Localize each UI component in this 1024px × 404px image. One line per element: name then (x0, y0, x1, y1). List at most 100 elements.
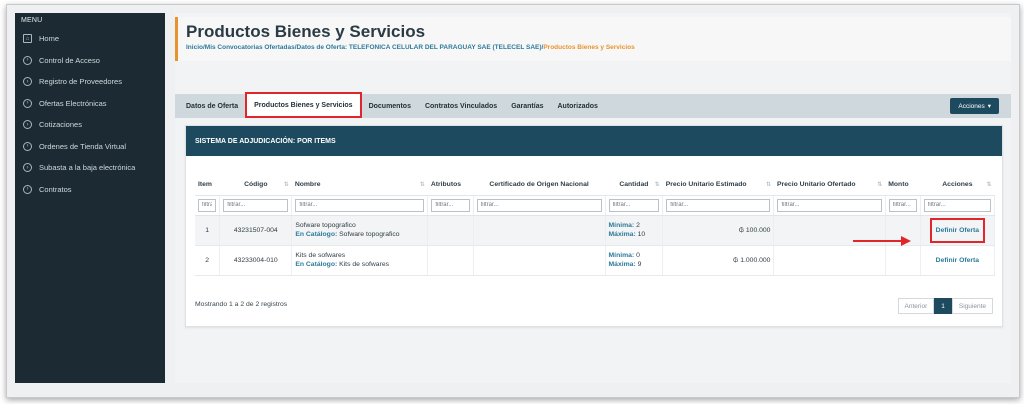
definir-oferta-button[interactable]: Definir Oferta (936, 257, 979, 264)
filter-input-precio-ofertado[interactable] (777, 198, 882, 212)
cell-atributos (427, 215, 474, 246)
app-frame: MENU ⌂ Home › Control de Acceso › Regist… (6, 4, 1020, 398)
column-header[interactable]: Precio Unitario Ofertado ⇅ (773, 175, 886, 196)
filter-input-precio-estimado[interactable] (666, 198, 771, 212)
column-header[interactable]: Item (195, 175, 220, 196)
sidebar-item-label: Cotizaciones (39, 120, 82, 130)
filter-input-nombre[interactable] (295, 198, 425, 212)
sidebar-item-label: Home (39, 34, 60, 44)
sidebar-item-label: Registro de Proveedores (39, 77, 122, 87)
sidebar-item-contratos[interactable]: › Contratos (15, 179, 165, 201)
filter-input-monto[interactable] (888, 198, 917, 212)
cell-cantidad: Mínima: 0 Máxima: 9 (605, 245, 664, 276)
filter-input-cantidad[interactable] (608, 198, 660, 212)
tab-contratos-vinculados[interactable]: Contratos Vinculados (418, 94, 504, 118)
page-header: Productos Bienes y Servicios Inicio/Mis … (175, 17, 1011, 61)
breadcrumb-current: Productos Bienes y Servicios (543, 44, 635, 51)
acciones-button[interactable]: Acciones ▾ (950, 98, 999, 114)
min-value: 2 (636, 222, 640, 229)
cell-atributos (427, 245, 474, 276)
column-header[interactable]: Atributos (427, 175, 474, 196)
sidebar-item-ofertas-electronicas[interactable]: › Ofertas Electrónicas (15, 93, 165, 115)
cell-item: 1 (195, 215, 221, 246)
sidebar-item-label: Contratos (39, 184, 72, 194)
table-info: Mostrando 1 a 2 de 2 registros (195, 301, 288, 308)
chevron-right-icon: › (23, 163, 32, 173)
max-value: 10 (637, 231, 646, 238)
items-table: Item Código ⇅ Nombre ⇅ Atributos Certifica… (195, 175, 996, 276)
sidebar-item-label: Control de Acceso (39, 55, 100, 65)
column-header[interactable]: Monto (885, 175, 921, 196)
column-header[interactable]: Nombre ⇅ (291, 175, 428, 196)
table-header-row: Item Código ⇅ Nombre ⇅ Atributos Certifica… (195, 175, 995, 196)
cell-nombre: Sofware topografico En Catálogo: Sofware… (291, 215, 429, 246)
sidebar-item-ordenes-tienda[interactable]: › Ordenes de Tienda Virtual (15, 136, 165, 158)
filter-input-atributos[interactable] (431, 198, 470, 212)
sidebar-item-label: Ordenes de Tienda Virtual (39, 141, 127, 151)
max-value: 9 (637, 261, 642, 268)
items-panel: SISTEMA DE ADJUDICACIÓN: POR ITEMS Item … (185, 125, 1003, 327)
filter-input-certificado[interactable] (476, 198, 602, 212)
cell-precio-ofertado (773, 245, 886, 276)
filter-input-acciones[interactable] (923, 198, 991, 212)
definir-oferta-button[interactable]: Definir Oferta (929, 217, 986, 243)
max-label: Máxima: (608, 261, 636, 268)
pager-prev[interactable]: Anterior (897, 298, 935, 314)
cell-codigo: 43233004-010 (219, 245, 293, 276)
pagination: Anterior 1 Siguiente (897, 298, 993, 314)
max-label: Máxima: (608, 231, 636, 238)
table-row: 2 43233004-010 Kits de sofwares En Catál… (195, 245, 996, 276)
sidebar-item-cotizaciones[interactable]: › Cotizaciones (15, 114, 165, 136)
sidebar-item-label: Ofertas Electrónicas (39, 98, 107, 108)
sort-icon: ⇅ (283, 182, 289, 188)
column-header[interactable]: Precio Unitario Estimado ⇅ (662, 175, 774, 196)
cell-item: 2 (195, 245, 221, 276)
item-name: Sofware topografico (295, 222, 356, 229)
sidebar-item-registro-proveedores[interactable]: › Registro de Proveedores (15, 71, 165, 93)
sidebar-item-subasta[interactable]: › Subasta a la baja electrónica (15, 157, 165, 179)
breadcrumb-path[interactable]: Inicio/Mis Convocatorias Ofertadas/Datos… (186, 44, 543, 51)
tab-autorizados[interactable]: Autorizados (550, 94, 604, 118)
sidebar: MENU ⌂ Home › Control de Acceso › Regist… (15, 13, 165, 383)
sort-icon: ⇅ (986, 182, 992, 188)
chevron-right-icon: › (23, 184, 32, 194)
min-label: Mínima: (608, 222, 635, 229)
filter-input-item[interactable] (198, 198, 217, 212)
sidebar-item-home[interactable]: ⌂ Home (15, 28, 165, 50)
home-icon: ⌂ (23, 34, 32, 44)
cell-nombre: Kits de sofwares En Catálogo: Kits de so… (291, 245, 429, 276)
sort-icon: ⇅ (654, 182, 660, 188)
tabs-bar: Datos de Oferta Productos Bienes y Servi… (175, 92, 1011, 118)
pager-next[interactable]: Siguiente (951, 298, 993, 314)
sidebar-item-control-acceso[interactable]: › Control de Acceso (15, 50, 165, 72)
menu-title: MENU (21, 17, 43, 24)
main-content: Productos Bienes y Servicios Inicio/Mis … (175, 13, 1011, 383)
page-title: Productos Bienes y Servicios (186, 22, 426, 41)
tab-garantias[interactable]: Garantías (504, 94, 550, 118)
filter-input-codigo[interactable] (223, 198, 289, 212)
column-header[interactable]: Acciones ⇅ (920, 175, 995, 196)
breadcrumb: Inicio/Mis Convocatorias Ofertadas/Datos… (186, 44, 1003, 51)
tab-datos-oferta[interactable]: Datos de Oferta (179, 94, 245, 118)
catalog-value: Sofware topografico (339, 231, 400, 238)
cell-certificado (473, 215, 606, 246)
pager-page[interactable]: 1 (934, 298, 952, 314)
cell-cantidad: Mínima: 2 Máxima: 10 (605, 215, 664, 246)
min-label: Mínima: (608, 252, 635, 259)
caret-down-icon: ▾ (987, 103, 991, 110)
annotation-arrow-icon (853, 236, 911, 246)
cell-precio-estimado: ₲ 1.000.000 (662, 245, 775, 276)
chevron-right-icon: › (23, 141, 32, 151)
column-header[interactable]: Certificado de Origen Nacional (473, 175, 606, 196)
item-name: Kits de sofwares (295, 252, 346, 259)
tab-productos-bienes-servicios[interactable]: Productos Bienes y Servicios (245, 92, 362, 118)
catalog-value: Kits de sofwares (339, 261, 390, 268)
tab-documentos[interactable]: Documentos (362, 94, 418, 118)
cell-monto (885, 245, 921, 276)
column-header[interactable]: Código ⇅ (219, 175, 292, 196)
panel-title: SISTEMA DE ADJUDICACIÓN: POR ITEMS (186, 126, 1002, 156)
acciones-label: Acciones (958, 102, 985, 110)
chevron-right-icon: › (23, 120, 32, 130)
column-header[interactable]: Cantidad ⇅ (605, 175, 663, 196)
chevron-right-icon: › (23, 98, 32, 108)
